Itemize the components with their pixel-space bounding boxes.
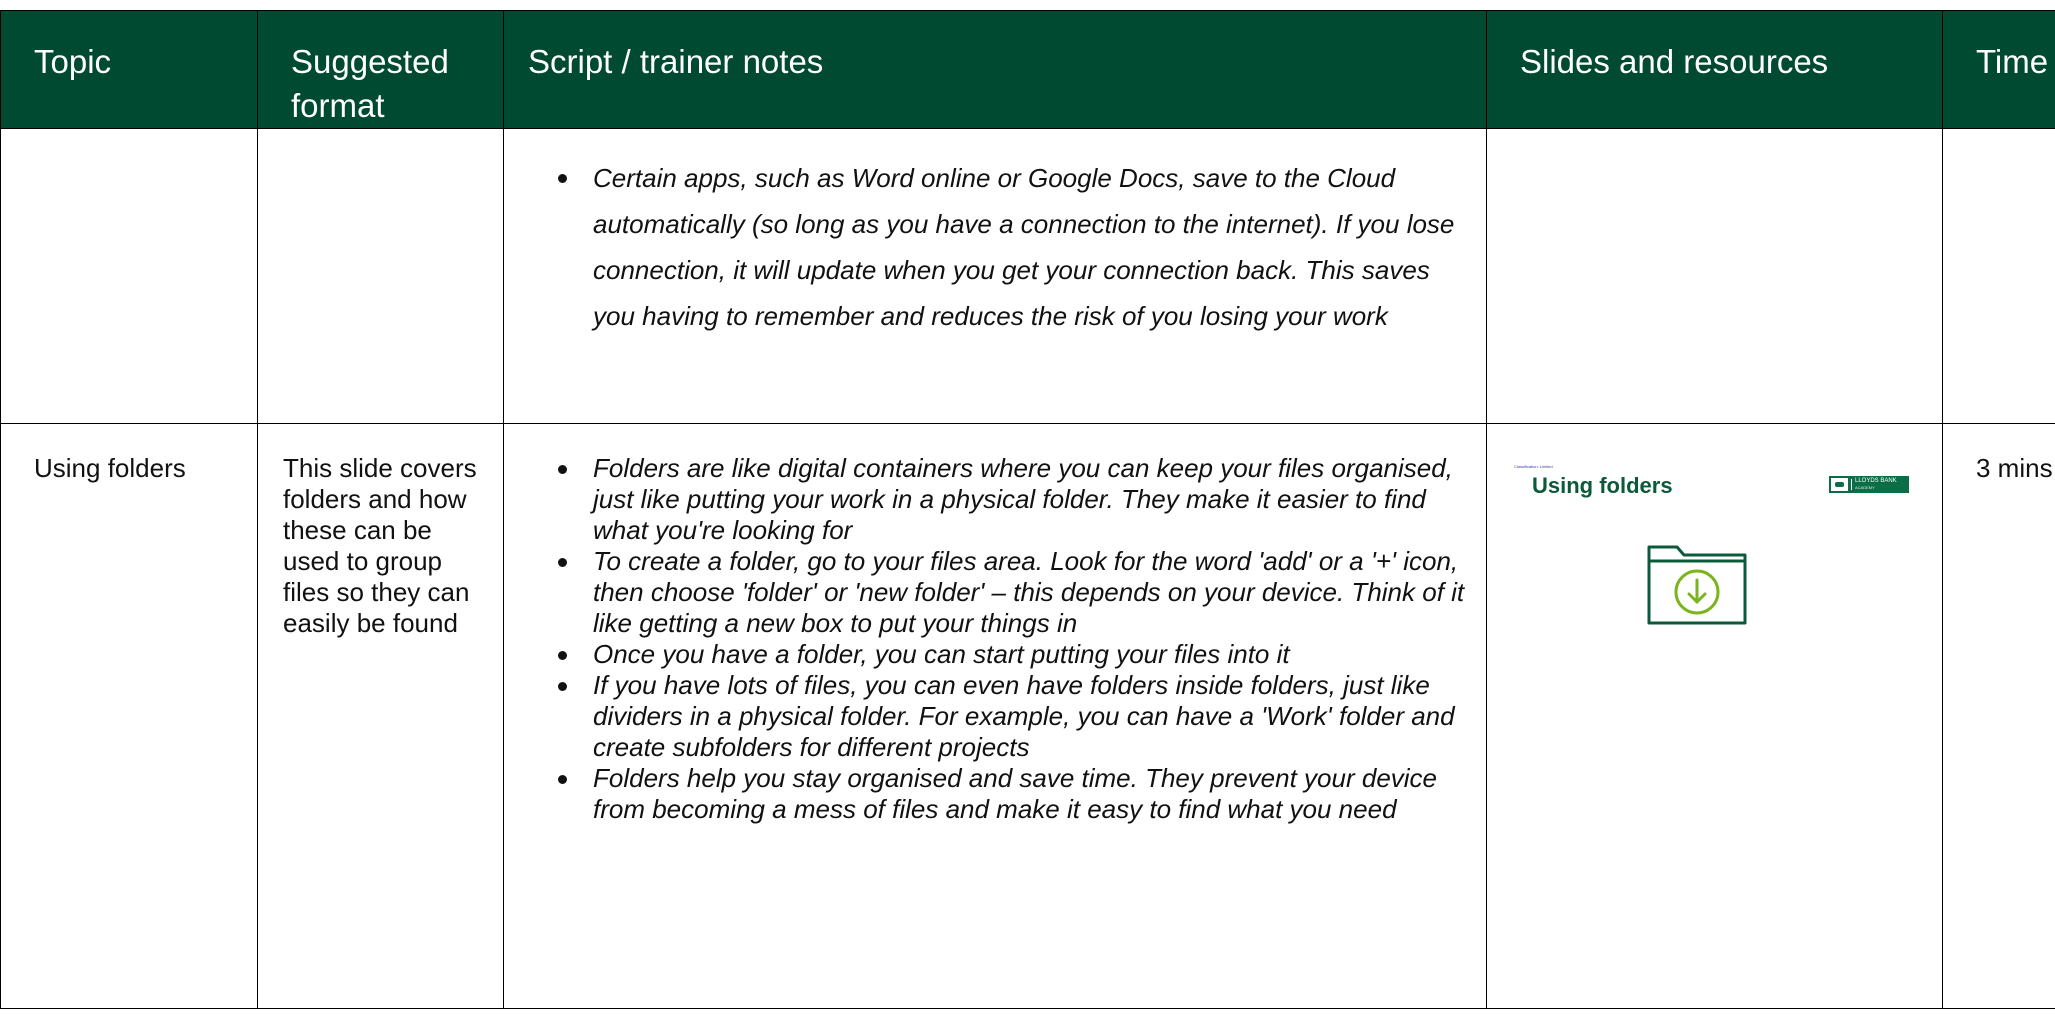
topic-cell: Using folders	[0, 423, 258, 1009]
format-cell: This slide covers folders and how these …	[257, 423, 504, 1009]
note-item: Folders are like digital containers wher…	[504, 453, 1486, 546]
table-row: Using folders This slide covers folders …	[0, 423, 2055, 1009]
notes-list: Certain apps, such as Word online or Goo…	[504, 129, 1486, 339]
header-time: Time	[1942, 10, 2055, 129]
lesson-plan-page: Topic Suggested format Script / trainer …	[0, 10, 2055, 1032]
note-item: If you have lots of files, you can even …	[504, 670, 1486, 763]
time-text: 3 mins	[1976, 453, 2053, 483]
logo-text: LLOYDS BANK	[1855, 478, 1897, 484]
logo-subtext: ACADEMY	[1855, 485, 1875, 490]
notes-cell: Certain apps, such as Word online or Goo…	[503, 128, 1487, 424]
table-row: Certain apps, such as Word online or Goo…	[0, 128, 2055, 424]
time-cell	[1942, 128, 2055, 424]
lloyds-bank-academy-logo: LLOYDS BANK ACADEMY	[1829, 476, 1909, 493]
table-header-row: Topic Suggested format Script / trainer …	[0, 10, 2055, 129]
format-text	[258, 129, 503, 158]
horse-logo-icon	[1831, 478, 1848, 491]
folder-download-icon	[1647, 545, 1747, 625]
slide-thumbnail: Classification: Limited Using folders LL…	[1511, 464, 1911, 689]
note-item: Once you have a folder, you can start pu…	[504, 639, 1486, 670]
time-text	[1943, 129, 2055, 158]
topic-text: Using folders	[34, 453, 186, 483]
format-cell	[257, 128, 504, 424]
slide-title: Using folders	[1532, 473, 1673, 498]
topic-text	[1, 129, 257, 158]
format-text: This slide covers folders and how these …	[283, 453, 477, 638]
time-cell: 3 mins	[1942, 423, 2055, 1009]
slide-classification: Classification: Limited	[1514, 464, 1553, 469]
slides-cell	[1486, 128, 1943, 424]
note-item: Folders help you stay organised and save…	[504, 763, 1486, 825]
header-topic: Topic	[0, 10, 258, 129]
notes-list: Folders are like digital containers wher…	[504, 424, 1486, 825]
slides-cell: Classification: Limited Using folders LL…	[1486, 423, 1943, 1009]
note-item: To create a folder, go to your files are…	[504, 546, 1486, 639]
topic-cell	[0, 128, 258, 424]
header-slides-resources: Slides and resources	[1486, 10, 1943, 129]
note-item: Certain apps, such as Word online or Goo…	[504, 155, 1486, 339]
lesson-plan-table: Topic Suggested format Script / trainer …	[0, 10, 2055, 1009]
header-script-notes: Script / trainer notes	[503, 10, 1487, 129]
header-suggested-format: Suggested format	[257, 10, 504, 129]
notes-cell: Folders are like digital containers wher…	[503, 423, 1487, 1009]
